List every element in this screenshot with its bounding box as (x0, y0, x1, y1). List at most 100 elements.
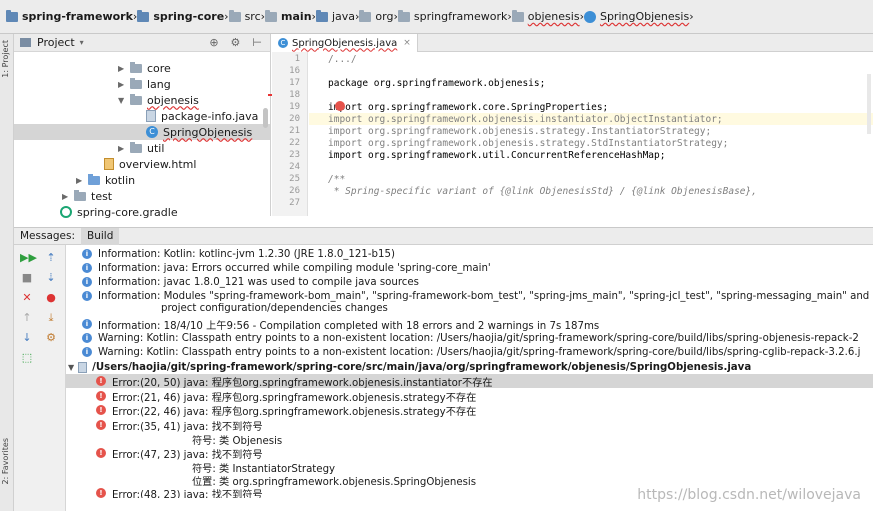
line-number: 21 (289, 126, 300, 136)
collapse-arrow-icon[interactable]: ▼ (118, 96, 130, 105)
line-number: 18 (289, 90, 300, 100)
project-scrollbar[interactable] (263, 108, 268, 128)
line-number: 22 (289, 138, 300, 148)
tree-item-test[interactable]: ▶ test (62, 188, 112, 204)
package-icon (511, 9, 524, 22)
line-number: 1 (294, 54, 300, 64)
tree-item-overview-html[interactable]: overview.html (104, 156, 196, 172)
message-row[interactable]: i Information: 18/4/10 上午9:56 - Compilati… (66, 317, 873, 332)
tree-item-lang[interactable]: ▶ lang (118, 76, 171, 92)
folder-icon (265, 9, 278, 22)
message-row[interactable]: i Information: Modules "spring-framework-… (66, 289, 873, 303)
breadcrumb-item-java[interactable]: java (315, 6, 355, 28)
expand-arrow-icon[interactable]: ▶ (118, 80, 130, 89)
message-row[interactable]: i Information: java: Errors occurred whil… (66, 261, 873, 275)
code-line-import: import org.springframework.util.Concurre… (328, 150, 666, 161)
close-icon[interactable]: ✕ (20, 291, 34, 305)
package-icon (397, 9, 410, 22)
error-row[interactable]: ! Error:(21, 46) java: 程序包org.springframe… (66, 389, 873, 404)
stop-icon[interactable]: ■ (20, 271, 34, 285)
expand-arrow-icon[interactable]: ▶ (76, 176, 88, 185)
error-icon: ! (96, 405, 106, 415)
export-to-text-icon[interactable]: ⬚ (20, 351, 34, 365)
tree-item-package-info[interactable]: package-info.java (146, 108, 258, 124)
warning-icon: i (82, 347, 92, 357)
breadcrumb-item-org[interactable]: org (359, 6, 393, 28)
warning-icon: i (82, 333, 92, 343)
close-icon[interactable]: × (403, 38, 411, 48)
export-icon[interactable]: ⤓ (44, 311, 58, 325)
package-icon (359, 9, 372, 22)
expand-all-icon[interactable]: ⇣ (44, 271, 58, 285)
info-icon: i (82, 263, 92, 273)
message-row[interactable]: i Information: Kotlin: kotlinc-jvm 1.2.30… (66, 247, 873, 261)
collapse-all-icon[interactable]: ⇡ (44, 251, 58, 265)
tree-item-objenesis[interactable]: ▼ objenesis (118, 92, 199, 108)
package-icon (130, 61, 142, 73)
folder-icon (228, 9, 241, 22)
settings-icon[interactable]: ⚙ (44, 331, 58, 345)
error-icon: ! (96, 488, 106, 498)
class-icon: C (146, 126, 158, 138)
messages-toolbar: ▶▶ ⇡ ■ ⇣ ✕ ● ↑ ⤓ ↓ ⚙ ⬚ (14, 245, 66, 511)
rerun-icon[interactable]: ▶▶ (20, 251, 37, 265)
tree-item-spring-core-gradle[interactable]: spring-core.gradle (60, 204, 178, 220)
breadcrumb-item-main[interactable]: main (265, 6, 312, 28)
error-row[interactable]: ! Error:(47, 23) java: 找不到符号 (66, 446, 873, 461)
navigation-breadcrumb: spring-framework › spring-core › src › m… (0, 0, 873, 34)
error-filter-icon[interactable]: ● (44, 291, 58, 305)
line-number: 25 (289, 174, 300, 184)
breadcrumb-item-spring-core[interactable]: spring-core (137, 6, 224, 28)
error-icon: ! (96, 420, 106, 430)
tree-item-util[interactable]: ▶ util (118, 140, 164, 156)
left-tool-stripe: 1: Project 2: Favorites (0, 34, 14, 511)
favorites-tool-button[interactable]: 2: Favorites (1, 438, 10, 484)
code-editor[interactable]: C SpringObjenesis.java × 1 16 17 18 19 2… (272, 34, 873, 216)
breadcrumb-item-springobjenesis[interactable]: SpringObjenesis (583, 6, 689, 28)
project-panel-header: Project ▾ ⊕ ⚙ ⊢ (14, 34, 270, 52)
messages-tab-bar: Messages: Build (14, 227, 873, 245)
source-folder-icon (88, 173, 100, 185)
chevron-down-icon[interactable]: ▾ (80, 38, 84, 47)
next-arrow-icon[interactable]: ↓ (20, 331, 34, 345)
message-row[interactable]: i Warning: Kotlin: Classpath entry points… (66, 345, 873, 359)
editor-scrollbar[interactable] (867, 74, 871, 134)
chevron-right-icon: › (689, 10, 694, 23)
scroll-from-source-icon[interactable]: ⊕ (209, 36, 218, 49)
tab-build[interactable]: Build (81, 227, 120, 245)
expand-arrow-icon[interactable]: ▶ (118, 144, 130, 153)
error-row[interactable]: ! Error:(20, 50) java: 程序包org.springframe… (66, 374, 873, 389)
line-number: 26 (289, 186, 300, 196)
tab-messages[interactable]: Messages: (14, 228, 81, 245)
collapse-arrow-icon[interactable]: ▼ (68, 363, 74, 372)
previous-arrow-icon[interactable]: ↑ (20, 311, 34, 325)
gear-icon[interactable]: ⚙ (231, 36, 241, 49)
breadcrumb-item-springframework[interactable]: springframework (397, 6, 507, 28)
breadcrumb-item-src[interactable]: src (228, 6, 261, 28)
code-line-import: import org.springframework.core.SpringPr… (328, 102, 609, 113)
hide-panel-icon[interactable]: ⊢ (252, 36, 262, 49)
error-bulb-icon[interactable] (335, 101, 345, 111)
tree-item-kotlin[interactable]: ▶ kotlin (76, 172, 135, 188)
module-icon (137, 9, 150, 22)
package-icon (130, 93, 142, 105)
project-tool-button[interactable]: 1: Project (1, 40, 10, 78)
tree-item-springobjenesis[interactable]: C SpringObjenesis (14, 124, 270, 140)
expand-arrow-icon[interactable]: ▶ (62, 192, 74, 201)
message-row[interactable]: i Warning: Kotlin: Classpath entry points… (66, 331, 873, 345)
error-row[interactable]: ! Error:(22, 46) java: 程序包org.springframe… (66, 403, 873, 418)
tree-item-core[interactable]: ▶ core (118, 60, 171, 76)
class-icon: C (278, 38, 288, 48)
breadcrumb-item-spring-framework[interactable]: spring-framework (6, 6, 133, 28)
tab-springobjenesis-java[interactable]: C SpringObjenesis.java × (272, 34, 418, 52)
message-row[interactable]: i Information: javac 1.8.0_121 was used t… (66, 275, 873, 289)
expand-arrow-icon[interactable]: ▶ (118, 64, 130, 73)
project-view-selector[interactable]: Project (37, 36, 75, 49)
error-row[interactable]: ! Error:(35, 41) java: 找不到符号 (66, 418, 873, 433)
line-number: 20 (289, 114, 300, 124)
editor-tab-bar: C SpringObjenesis.java × (272, 34, 873, 52)
file-group-row[interactable]: ▼/Users/haojia/git/spring-framework/spri… (66, 360, 873, 374)
error-icon: ! (96, 376, 106, 386)
java-file-icon (78, 361, 88, 373)
breadcrumb-item-objenesis[interactable]: objenesis (511, 6, 580, 28)
